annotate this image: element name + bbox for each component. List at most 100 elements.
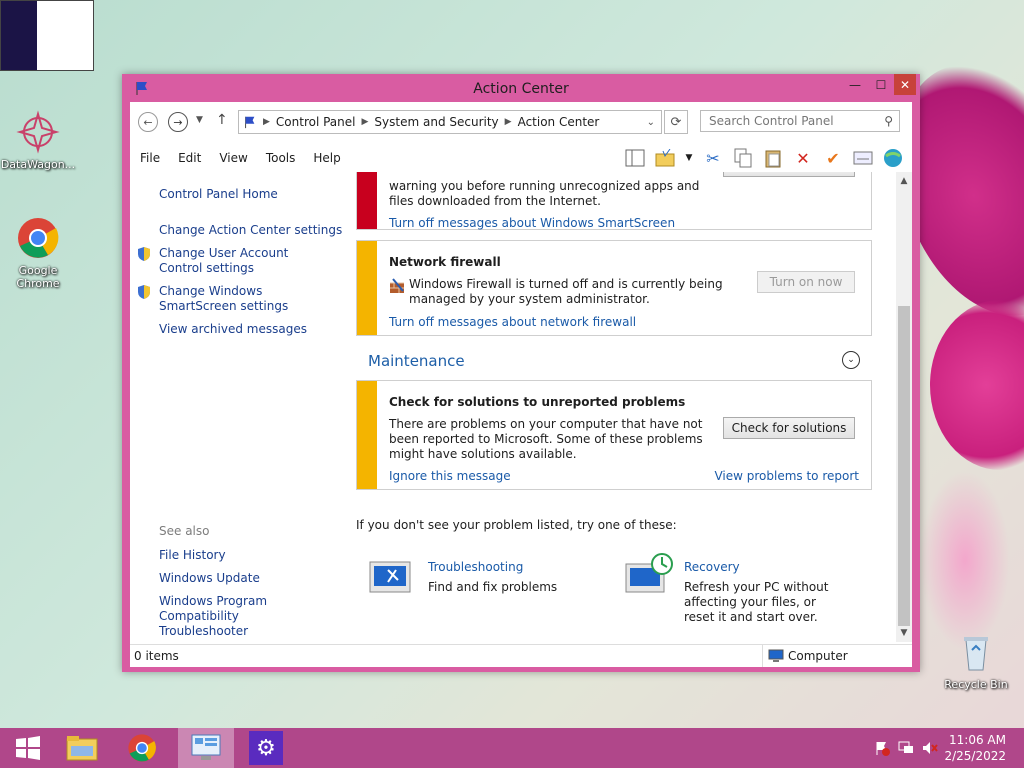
sidebar-view-archived-messages[interactable]: View archived messages (159, 322, 307, 337)
properties-icon[interactable] (852, 147, 874, 169)
desktop-icon-datawagon[interactable]: DataWagon... (0, 110, 76, 171)
firewall-text: Windows Firewall is turned off and is cu… (409, 277, 723, 306)
recent-locations-dropdown[interactable]: ▼ (196, 115, 203, 125)
chevron-right-icon: ▶ (263, 117, 270, 127)
desktop-icon-label: DataWagon... (0, 158, 76, 171)
chrome-icon (16, 216, 60, 260)
view-problems-link[interactable]: View problems to report (714, 469, 859, 483)
sidebar-change-smartscreen-settings[interactable]: Change Windows SmartScreen settings (159, 284, 339, 314)
shield-icon (138, 285, 150, 299)
taskbar-chrome[interactable] (114, 728, 170, 768)
check-for-solutions-button[interactable]: Check for solutions (723, 417, 855, 439)
maintenance-heading[interactable]: Maintenance (368, 352, 465, 370)
globe-icon[interactable] (882, 147, 904, 169)
firewall-turn-off-link[interactable]: Turn off messages about network firewall (389, 315, 636, 329)
sidebar-change-uac-settings[interactable]: Change User Account Control settings (159, 246, 329, 276)
paste-icon[interactable] (762, 147, 784, 169)
desktop-icon-label: Recycle Bin (944, 678, 1008, 691)
ignore-message-link[interactable]: Ignore this message (389, 469, 511, 483)
action-center-flag-icon[interactable] (874, 740, 890, 756)
layout-icon[interactable] (624, 147, 646, 169)
network-icon[interactable] (898, 740, 914, 756)
see-also-heading: See also (159, 524, 210, 538)
minimize-button[interactable]: — (842, 74, 868, 95)
gear-icon: ⚙ (249, 731, 283, 765)
warning-bar (357, 381, 377, 489)
up-button[interactable]: ↑ (216, 112, 228, 128)
expand-chevron-icon[interactable]: ⌄ (842, 351, 860, 369)
folder-icon (66, 736, 98, 761)
solutions-card: Check for solutions to unreported proble… (356, 380, 872, 490)
checkmark-icon[interactable]: ✔ (822, 147, 844, 169)
cut-icon[interactable]: ✂ (702, 147, 724, 169)
close-button[interactable]: ✕ (894, 74, 916, 95)
sidebar-compatibility-troubleshooter[interactable]: Windows Program Compatibility Troublesho… (159, 594, 329, 639)
breadcrumb-action-center[interactable]: Action Center (518, 115, 600, 129)
menu-view[interactable]: View (219, 151, 247, 165)
taskbar-settings-app[interactable]: ⚙ (238, 728, 294, 768)
scroll-up-arrow[interactable]: ▲ (896, 174, 912, 188)
taskbar-control-panel[interactable] (178, 728, 234, 768)
back-button[interactable]: ← (138, 112, 158, 132)
search-input[interactable]: Search Control Panel ⚲ (700, 110, 900, 132)
wallpaper-petal (920, 470, 1010, 650)
taskbar-file-explorer[interactable] (54, 728, 110, 768)
title-bar[interactable]: Action Center — ☐ ✕ (122, 74, 920, 102)
shield-icon (138, 247, 150, 261)
computer-icon (768, 649, 784, 662)
taskbar: ⚙ 11:06 AM 2/25/2022 (0, 728, 1024, 768)
refresh-button[interactable]: ⟳ (664, 110, 688, 134)
firewall-heading: Network firewall (389, 255, 501, 269)
system-clock[interactable]: 11:06 AM 2/25/2022 (944, 732, 1006, 764)
recovery-icon (625, 553, 673, 593)
scroll-down-arrow[interactable]: ▼ (896, 626, 912, 640)
firewall-card: Network firewall Windows Firewall is tur… (356, 240, 872, 336)
menu-file[interactable]: File (140, 151, 160, 165)
desktop-icon-chrome[interactable]: Google Chrome (0, 216, 76, 290)
maximize-button[interactable]: ☐ (868, 74, 894, 95)
recovery-desc: Refresh your PC without affecting your f… (684, 580, 829, 624)
smartscreen-button[interactable] (723, 172, 855, 177)
clock-time: 11:06 AM (949, 733, 1006, 747)
sidebar-change-action-center-settings[interactable]: Change Action Center settings (159, 223, 342, 238)
desktop-icon-label: Google Chrome (16, 264, 60, 290)
forward-button[interactable]: → (168, 112, 188, 132)
copy-icon[interactable] (732, 147, 754, 169)
breadcrumb-control-panel[interactable]: Control Panel (276, 115, 356, 129)
sidebar-home-link[interactable]: Control Panel Home (159, 187, 278, 202)
recovery-link[interactable]: Recovery (684, 560, 740, 574)
breadcrumb-system-security[interactable]: System and Security (374, 115, 498, 129)
window-thumbnail[interactable] (0, 0, 94, 71)
volume-muted-icon[interactable] (922, 740, 938, 756)
delete-icon[interactable]: ✕ (792, 147, 814, 169)
chevron-down-icon[interactable]: ▼ (684, 147, 694, 169)
turn-on-now-button[interactable]: Turn on now (757, 271, 855, 293)
troubleshooting-icon (369, 561, 411, 593)
folder-options-icon[interactable] (654, 147, 676, 169)
datawagon-icon (16, 110, 60, 154)
smartscreen-turn-off-link[interactable]: Turn off messages about Windows SmartScr… (389, 216, 675, 230)
address-bar[interactable]: ▶ Control Panel ▶ System and Security ▶ … (238, 110, 662, 134)
scrollbar-thumb[interactable] (898, 306, 910, 626)
window-title: Action Center (473, 81, 569, 97)
start-button[interactable] (0, 728, 56, 768)
address-row: ← → ▼ ↑ ▶ Control Panel ▶ System and Sec… (130, 102, 912, 144)
menu-edit[interactable]: Edit (178, 151, 201, 165)
chevron-down-icon[interactable]: ⌄ (647, 117, 655, 128)
windows-logo-icon (16, 736, 40, 760)
sidebar-file-history[interactable]: File History (159, 548, 226, 563)
troubleshooting-desc: Find and fix problems (428, 580, 558, 594)
wallpaper-petal (930, 300, 1024, 470)
vertical-scrollbar[interactable]: ▲ ▼ (896, 172, 912, 642)
sidebar-windows-update[interactable]: Windows Update (159, 571, 260, 586)
sidebar: Control Panel Home Change Action Center … (130, 172, 350, 642)
menu-help[interactable]: Help (313, 151, 340, 165)
troubleshooting-link[interactable]: Troubleshooting (428, 560, 523, 574)
flag-icon (245, 116, 255, 129)
menu-tools[interactable]: Tools (266, 151, 296, 165)
desktop-icon-recycle-bin[interactable]: Recycle Bin (938, 630, 1014, 691)
search-placeholder: Search Control Panel (709, 114, 834, 128)
action-center-window: Action Center — ☐ ✕ ← → ▼ ↑ ▶ Control Pa… (122, 74, 920, 672)
search-icon: ⚲ (884, 114, 893, 128)
firewall-icon (390, 278, 404, 293)
